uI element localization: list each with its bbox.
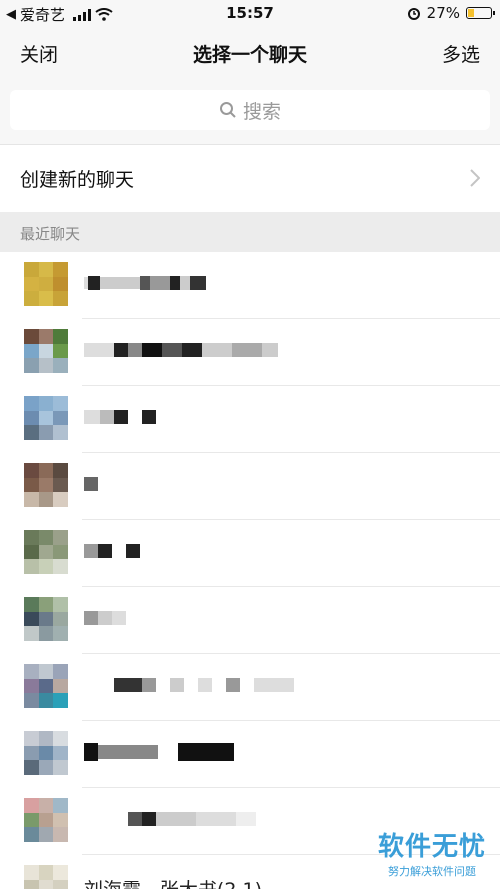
close-button[interactable]: 关闭 [20, 40, 58, 67]
chat-name-pixelated [84, 473, 98, 495]
avatar [24, 865, 68, 889]
avatar [24, 597, 68, 641]
chat-name-pixelated [84, 540, 140, 562]
avatar [24, 463, 68, 507]
watermark: 软件无忧 努力解决软件问题 [378, 826, 486, 879]
avatar [24, 329, 68, 373]
chevron-right-icon [470, 169, 480, 187]
chat-name-pixelated [84, 674, 294, 696]
avatar [24, 262, 68, 306]
avatar [24, 530, 68, 574]
chat-row[interactable] [0, 453, 500, 520]
chat-row[interactable] [0, 721, 500, 788]
avatar [24, 731, 68, 775]
battery-icon [466, 7, 495, 19]
watermark-subtitle: 努力解决软件问题 [387, 865, 476, 878]
status-right: 27% [407, 4, 495, 22]
chat-row[interactable] [0, 252, 500, 319]
multi-select-button[interactable]: 多选 [442, 40, 480, 67]
chat-name-pixelated [84, 406, 156, 428]
chat-name-pixelated [84, 607, 126, 629]
create-new-chat-label: 创建新的聊天 [20, 169, 135, 191]
alarm-icon [407, 8, 420, 20]
avatar [24, 798, 68, 842]
recent-chats-header: 最近聊天 [0, 212, 500, 252]
battery-percent: 27% [426, 4, 460, 22]
chat-name: 刘海霞 - 张大书(2.1) [84, 875, 262, 889]
chat-name-pixelated [84, 808, 256, 830]
chat-row[interactable] [0, 587, 500, 654]
chat-row[interactable] [0, 386, 500, 453]
avatar [24, 664, 68, 708]
status-bar: ◀ 爱奇艺 15:57 27% [0, 0, 500, 28]
chat-name-pixelated [84, 272, 206, 294]
chat-row[interactable] [0, 520, 500, 587]
watermark-title: 软件无忧 [377, 832, 486, 862]
chat-name-pixelated [84, 339, 278, 361]
search-area: 搜索 [0, 76, 500, 144]
create-new-chat-row[interactable]: 创建新的聊天 [0, 144, 500, 212]
chat-row[interactable] [0, 654, 500, 721]
chat-name-pixelated [84, 741, 234, 763]
battery-level-fill [468, 9, 474, 17]
search-icon [219, 102, 236, 118]
search-placeholder: 搜索 [242, 100, 281, 123]
navigation-bar: 关闭 选择一个聊天 多选 [0, 28, 500, 76]
page-title: 选择一个聊天 [192, 44, 307, 66]
recent-chats-label: 最近聊天 [20, 225, 81, 243]
chat-row[interactable] [0, 319, 500, 386]
search-input[interactable]: 搜索 [10, 90, 490, 130]
avatar [24, 396, 68, 440]
recent-chats-list: 刘海霞 - 张大书(2.1) [0, 252, 500, 889]
